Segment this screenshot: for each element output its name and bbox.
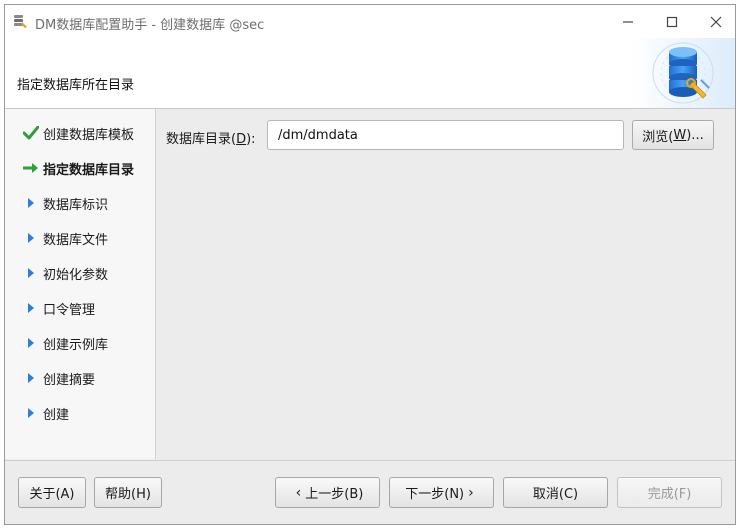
dm-database-app-icon (12, 13, 28, 29)
dm-config-assistant-window: DM数据库配置助手 - 创建数据库 @sec 指定数据库所在目录 创建数据库模板… (4, 4, 736, 525)
step-label: 指定数据库目录 (43, 163, 135, 178)
step-create-template[interactable]: 创建数据库模板 (5, 116, 155, 151)
about-button[interactable]: 关于(A) (18, 477, 86, 508)
help-button[interactable]: 帮助(H) (94, 477, 162, 508)
chevron-right-icon: › (468, 484, 474, 501)
triangle-right-icon (21, 299, 41, 317)
step-summary[interactable]: 创建摘要 (5, 361, 155, 396)
window-title: DM数据库配置助手 - 创建数据库 @sec (35, 18, 265, 33)
title-bar: DM数据库配置助手 - 创建数据库 @sec (5, 5, 735, 38)
step-label: 数据库文件 (43, 233, 109, 248)
arrow-right-icon (21, 159, 41, 177)
database-wrench-icon (631, 38, 735, 108)
previous-button[interactable]: ‹ 上一步(B) (275, 477, 380, 508)
checkmark-icon (21, 124, 41, 142)
triangle-right-icon (21, 194, 41, 212)
step-label: 创建 (43, 408, 70, 423)
triangle-right-icon (21, 229, 41, 247)
step-label: 创建数据库模板 (43, 128, 135, 143)
step-sample-database[interactable]: 创建示例库 (5, 326, 155, 361)
minimize-icon[interactable] (613, 10, 643, 34)
browse-button[interactable]: 浏览(W)... (632, 120, 714, 150)
step-specify-directory[interactable]: 指定数据库目录 (5, 151, 155, 186)
content-panel: 数据库目录(D): 浏览(W)... (156, 109, 735, 459)
step-label: 创建摘要 (43, 373, 96, 388)
cancel-button[interactable]: 取消(C) (503, 477, 608, 508)
step-password-management[interactable]: 口令管理 (5, 291, 155, 326)
maximize-icon[interactable] (657, 10, 687, 34)
step-label: 数据库标识 (43, 198, 109, 213)
wizard-header: 指定数据库所在目录 (5, 38, 735, 109)
step-init-params[interactable]: 初始化参数 (5, 256, 155, 291)
step-label: 创建示例库 (43, 338, 109, 353)
chevron-left-icon: ‹ (295, 484, 302, 501)
wizard-steps-sidebar: 创建数据库模板 指定数据库目录 数据库标识 数据库文件 初始化参数 口令管理 创… (5, 109, 156, 459)
triangle-right-icon (21, 369, 41, 387)
close-icon[interactable] (701, 10, 731, 34)
next-button[interactable]: 下一步(N) › (389, 477, 494, 508)
database-directory-label: 数据库目录(D): (166, 132, 256, 147)
triangle-right-icon (21, 404, 41, 422)
step-create[interactable]: 创建 (5, 396, 155, 431)
triangle-right-icon (21, 334, 41, 352)
wizard-footer: 关于(A) 帮助(H) ‹ 上一步(B) 下一步(N) › 取消(C) 完成(F) (5, 460, 735, 524)
page-title: 指定数据库所在目录 (17, 78, 135, 93)
step-database-files[interactable]: 数据库文件 (5, 221, 155, 256)
database-directory-input[interactable] (267, 120, 624, 150)
step-label: 口令管理 (43, 303, 96, 318)
step-database-id[interactable]: 数据库标识 (5, 186, 155, 221)
finish-button[interactable]: 完成(F) (617, 477, 722, 508)
triangle-right-icon (21, 264, 41, 282)
step-label: 初始化参数 (43, 268, 109, 283)
